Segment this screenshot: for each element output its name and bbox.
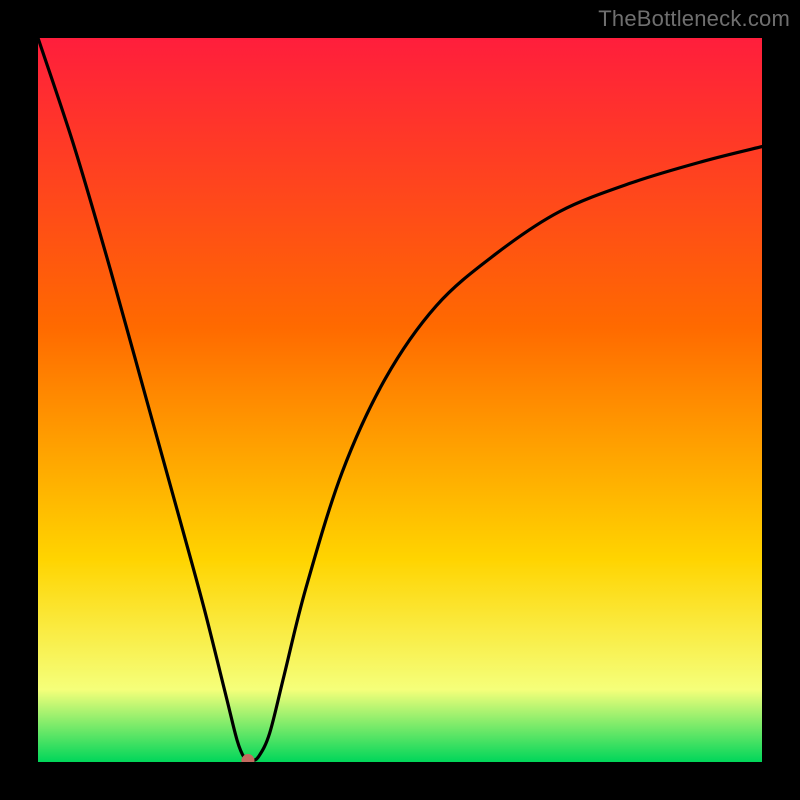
plot-svg (38, 38, 762, 762)
watermark-text: TheBottleneck.com (598, 6, 790, 32)
chart-frame: TheBottleneck.com (0, 0, 800, 800)
plot-area (38, 38, 762, 762)
